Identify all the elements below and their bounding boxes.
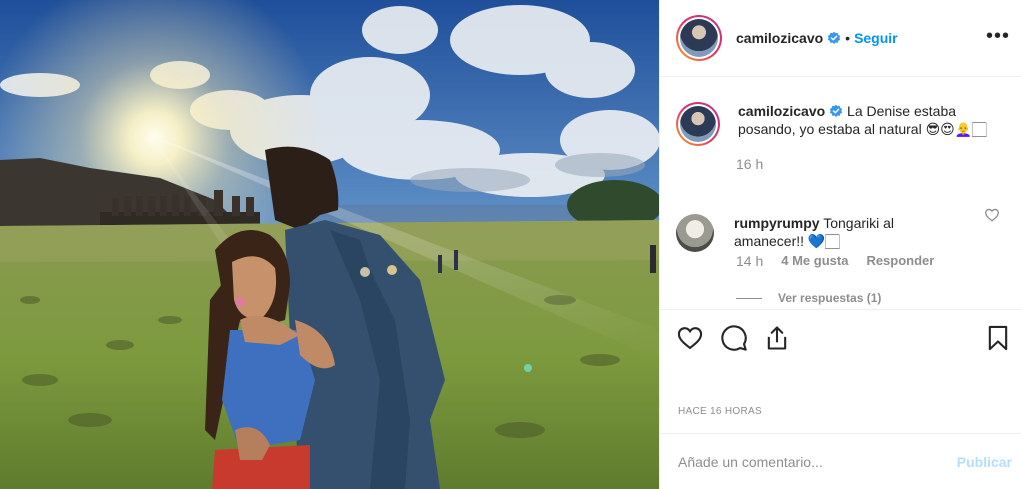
post-sidebar: camilozicavo • Seguir ••• camilozicavo L… [659,0,1021,489]
caption-username[interactable]: camilozicavo [738,103,825,119]
caption: camilozicavo La Denise estaba posando, y… [676,102,988,146]
comments-list: camilozicavo La Denise estaba posando, y… [660,78,1021,309]
share-icon[interactable] [763,324,791,352]
caption-time[interactable]: 16 h [736,156,763,172]
publish-button[interactable]: Publicar [957,454,1012,470]
comment-likes[interactable]: 4 Me gusta [781,253,848,269]
author-username[interactable]: camilozicavo [736,30,823,46]
post-photo[interactable] [0,0,659,489]
action-bar [660,309,1021,367]
post-header: camilozicavo • Seguir ••• [660,0,1021,77]
comment-item: rumpyrumpy Tongariki al amanecer!! 💙🏻 [676,214,964,252]
comment-icon[interactable] [720,324,748,352]
header-separator: • [845,30,851,46]
reply-button[interactable]: Responder [866,253,934,269]
comment-input[interactable] [678,453,957,470]
instagram-post: camilozicavo • Seguir ••• camilozicavo L… [0,0,1021,489]
view-replies[interactable]: Ver respuestas (1) [736,291,881,305]
replies-divider [736,297,762,299]
comment-username[interactable]: rumpyrumpy [734,215,820,231]
bookmark-icon[interactable] [984,324,1012,352]
sunrise-photo [0,0,659,489]
heart-icon[interactable] [676,324,704,352]
post-timestamp[interactable]: HACE 16 HORAS [678,406,762,417]
follow-button[interactable]: Seguir [854,30,898,46]
more-options-icon[interactable]: ••• [986,26,1010,46]
commenter-avatar[interactable] [676,214,714,252]
comment-meta: 14 h 4 Me gusta Responder [736,253,934,269]
verified-badge-icon [830,104,843,117]
comment-time[interactable]: 14 h [736,253,763,269]
caption-avatar[interactable] [676,102,720,146]
comment-like-heart-icon[interactable] [984,207,1000,223]
add-comment-bar: Publicar [660,433,1021,489]
author-avatar[interactable] [676,15,722,61]
verified-badge-icon [828,31,841,44]
view-replies-label: Ver respuestas (1) [778,291,882,305]
